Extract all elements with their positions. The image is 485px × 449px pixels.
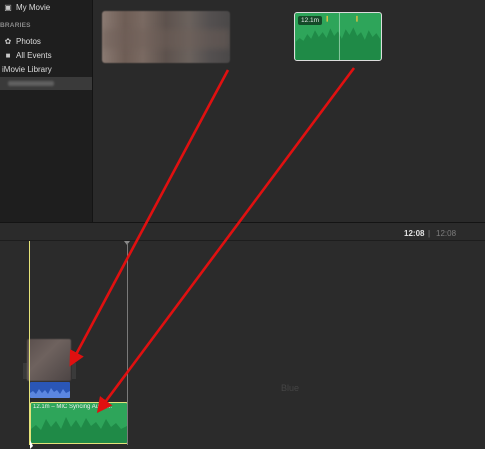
timeline-ruler [0,240,485,241]
sidebar-item-event-selected[interactable] [0,77,92,90]
timeline-audio-clip[interactable]: 12.1m – MIC Syncing Audio... [30,402,128,444]
timeline-attached-audio[interactable] [30,382,70,398]
sidebar-item-label: My Movie [16,3,51,12]
timeline-video-clip[interactable] [27,339,71,381]
sidebar-item-label: Photos [16,37,41,46]
skimmer-line [127,243,128,445]
redacted-event-name [8,81,54,86]
sidebar-item-label: iMovie Library [2,65,52,74]
time-separator: | [428,229,431,238]
playhead[interactable] [29,241,30,445]
audio-clip-title: 12.1m – MIC Syncing Audio... [33,404,113,410]
clip-duration-badge: 12.1m [298,16,323,25]
audio-waveform [30,388,70,398]
library-sidebar: ▣ My Movie IBRARIES ✿ Photos ■ All Events i… [0,0,93,222]
libraries-heading: IBRARIES [0,22,31,29]
sidebar-item-my-movie[interactable]: ▣ My Movie [0,0,50,16]
watermark-text: Blue [281,383,300,393]
current-time: 12:08 [404,229,425,238]
clip-trim-handle-right[interactable] [72,363,76,379]
browser-audio-clip[interactable]: 12.1m [294,12,382,61]
film-icon: ▣ [4,3,12,12]
blurred-video-thumbnail [102,29,230,49]
browser-video-clip[interactable] [102,11,230,63]
sidebar-item-label: All Events [16,51,52,60]
total-time: 12:08 [436,229,457,238]
sidebar-item-imovie-library[interactable]: iMovie Library [2,62,52,78]
